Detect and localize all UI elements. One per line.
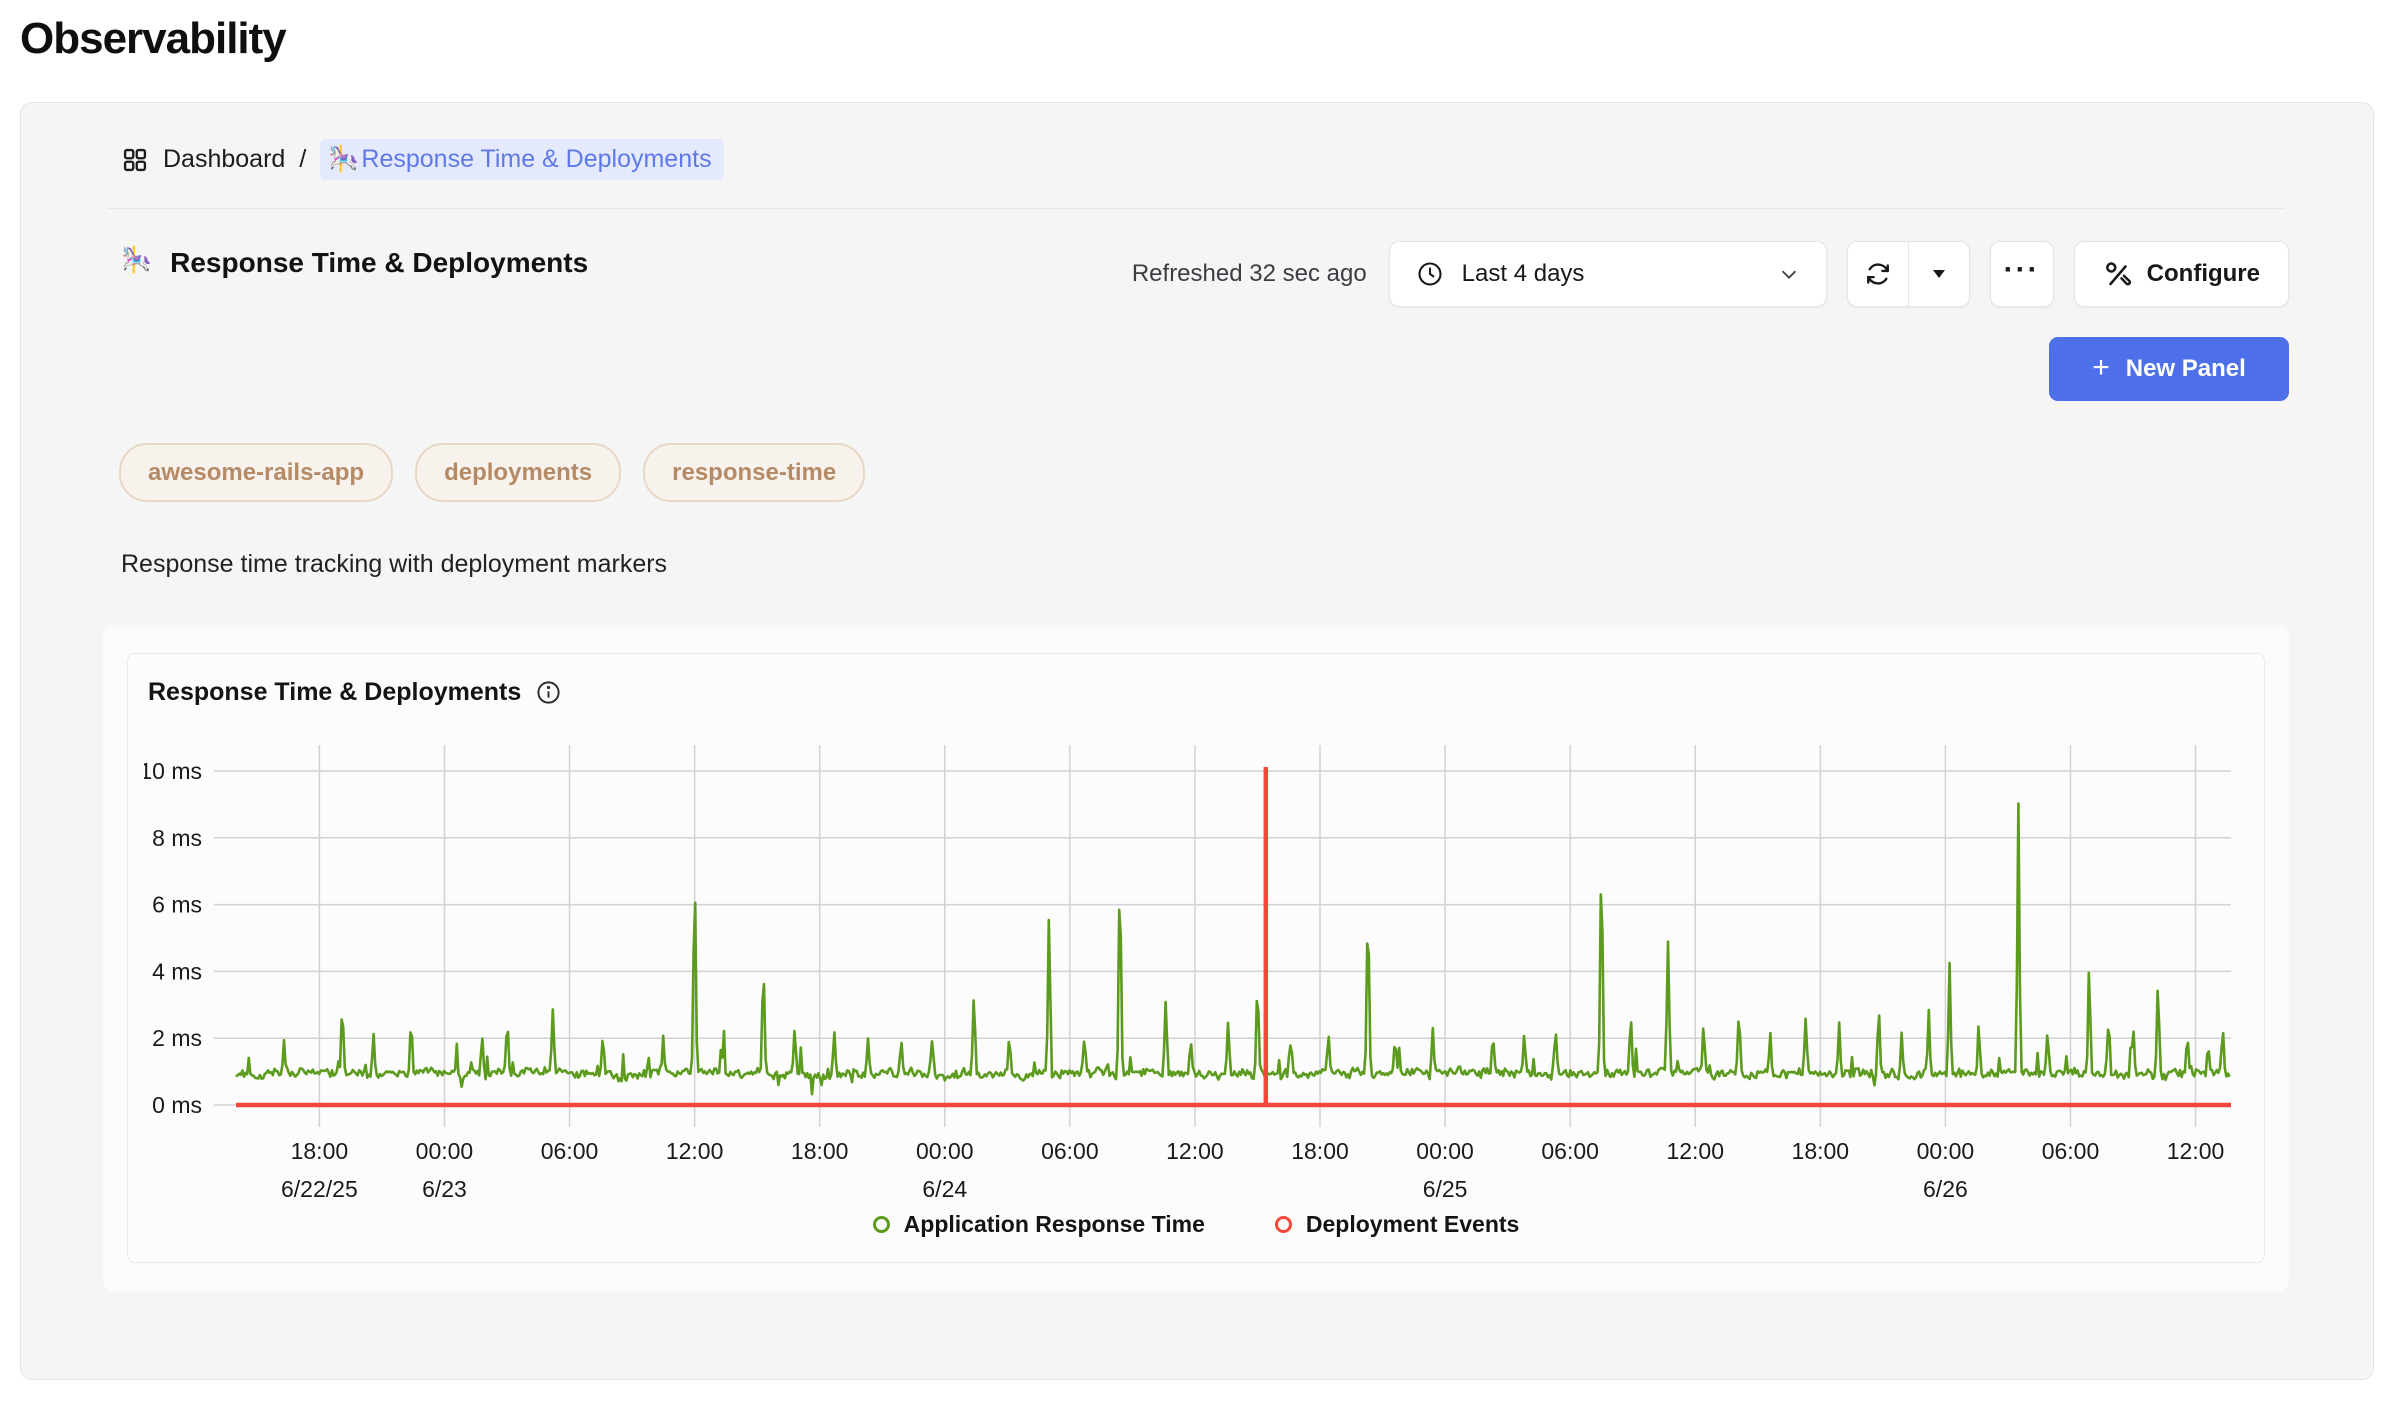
svg-text:00:00: 00:00 [1416,1138,1474,1164]
tag-deployments[interactable]: deployments [415,443,621,502]
chart-card: Response Time & Deployments 0 ms 2 ms 4 ms… [127,653,2265,1263]
svg-text:6/26: 6/26 [1923,1176,1968,1202]
breadcrumb-current[interactable]: 🎠 Response Time & Deployments [320,139,723,180]
refresh-split-button [1847,241,1970,307]
time-range-select[interactable]: Last 4 days [1389,241,1827,307]
more-actions-button[interactable]: ··· [1990,241,2054,307]
dropdown-caret-icon [1929,264,1949,284]
svg-text:06:00: 06:00 [1041,1138,1099,1164]
svg-text:18:00: 18:00 [1291,1138,1349,1164]
new-panel-button[interactable]: + New Panel [2049,337,2289,401]
chart-wrapper: Response Time & Deployments 0 ms 2 ms 4 ms… [103,625,2289,1291]
breadcrumb-current-label: Response Time & Deployments [361,145,711,174]
tag-awesome-rails-app[interactable]: awesome-rails-app [119,443,393,502]
plus-icon: + [2092,351,2110,385]
page-title: Observability [20,14,2394,64]
svg-text:12:00: 12:00 [1166,1138,1224,1164]
svg-text:06:00: 06:00 [541,1138,599,1164]
dashboard-card: Dashboard / 🎠 Response Time & Deployment… [20,102,2374,1380]
panel-title: Response Time & Deployments [170,247,588,279]
svg-text:6/24: 6/24 [922,1176,967,1202]
configure-label: Configure [2147,260,2260,288]
tools-icon [2103,259,2133,289]
breadcrumb: Dashboard / 🎠 Response Time & Deployment… [121,103,2289,180]
svg-text:00:00: 00:00 [416,1138,474,1164]
tags-row: awesome-rails-app deployments response-t… [119,443,2289,502]
refresh-icon [1863,259,1893,289]
svg-text:6/23: 6/23 [422,1176,467,1202]
svg-text:10 ms: 10 ms [144,758,202,784]
svg-text:8 ms: 8 ms [152,825,202,851]
green-ring-icon [873,1216,890,1233]
svg-text:06:00: 06:00 [2042,1138,2100,1164]
svg-text:12:00: 12:00 [2167,1138,2225,1164]
carousel-emoji-icon: 🎠 [328,147,359,172]
chevron-down-icon [1778,263,1800,285]
refreshed-status: Refreshed 32 sec ago [1132,260,1367,288]
panel-header: 🎠 Response Time & Deployments Refreshed … [121,241,2289,307]
new-panel-label: New Panel [2126,355,2246,383]
legend-application-response-time[interactable]: Application Response Time [873,1211,1205,1238]
panel-description: Response time tracking with deployment m… [121,550,2289,579]
chart-title: Response Time & Deployments [148,678,521,707]
breadcrumb-separator: / [299,145,306,174]
header-divider [107,208,2285,209]
svg-text:6/25: 6/25 [1423,1176,1468,1202]
tag-response-time[interactable]: response-time [643,443,865,502]
svg-text:2 ms: 2 ms [152,1025,202,1051]
svg-text:12:00: 12:00 [666,1138,724,1164]
legend-label: Application Response Time [904,1211,1205,1238]
info-icon[interactable] [535,679,562,706]
red-ring-icon [1275,1216,1292,1233]
ellipsis-icon: ··· [2004,253,2040,287]
clock-icon [1416,260,1444,288]
legend-label: Deployment Events [1306,1211,1519,1238]
svg-text:06:00: 06:00 [1541,1138,1599,1164]
time-range-value: Last 4 days [1462,260,1760,288]
svg-text:4 ms: 4 ms [152,958,202,984]
chart-legend: Application Response Time Deployment Eve… [144,1211,2248,1238]
dashboard-grid-icon[interactable] [121,146,149,174]
refresh-button[interactable] [1848,242,1908,306]
svg-text:6/22/25: 6/22/25 [281,1176,358,1202]
svg-text:18:00: 18:00 [1792,1138,1850,1164]
svg-text:00:00: 00:00 [916,1138,974,1164]
breadcrumb-dashboard[interactable]: Dashboard [163,145,285,174]
legend-deployment-events[interactable]: Deployment Events [1275,1211,1519,1238]
svg-text:0 ms: 0 ms [152,1092,202,1118]
carousel-emoji-icon: 🎠 [121,248,152,273]
svg-text:18:00: 18:00 [791,1138,849,1164]
response-time-chart[interactable]: 0 ms 2 ms 4 ms 6 ms 8 ms 10 ms 18:00 6/22/25 00:… [144,711,2244,1211]
svg-text:6 ms: 6 ms [152,892,202,918]
refresh-options-button[interactable] [1909,242,1969,306]
configure-button[interactable]: Configure [2074,241,2289,307]
svg-text:00:00: 00:00 [1917,1138,1975,1164]
svg-text:18:00: 18:00 [291,1138,349,1164]
svg-text:12:00: 12:00 [1666,1138,1724,1164]
